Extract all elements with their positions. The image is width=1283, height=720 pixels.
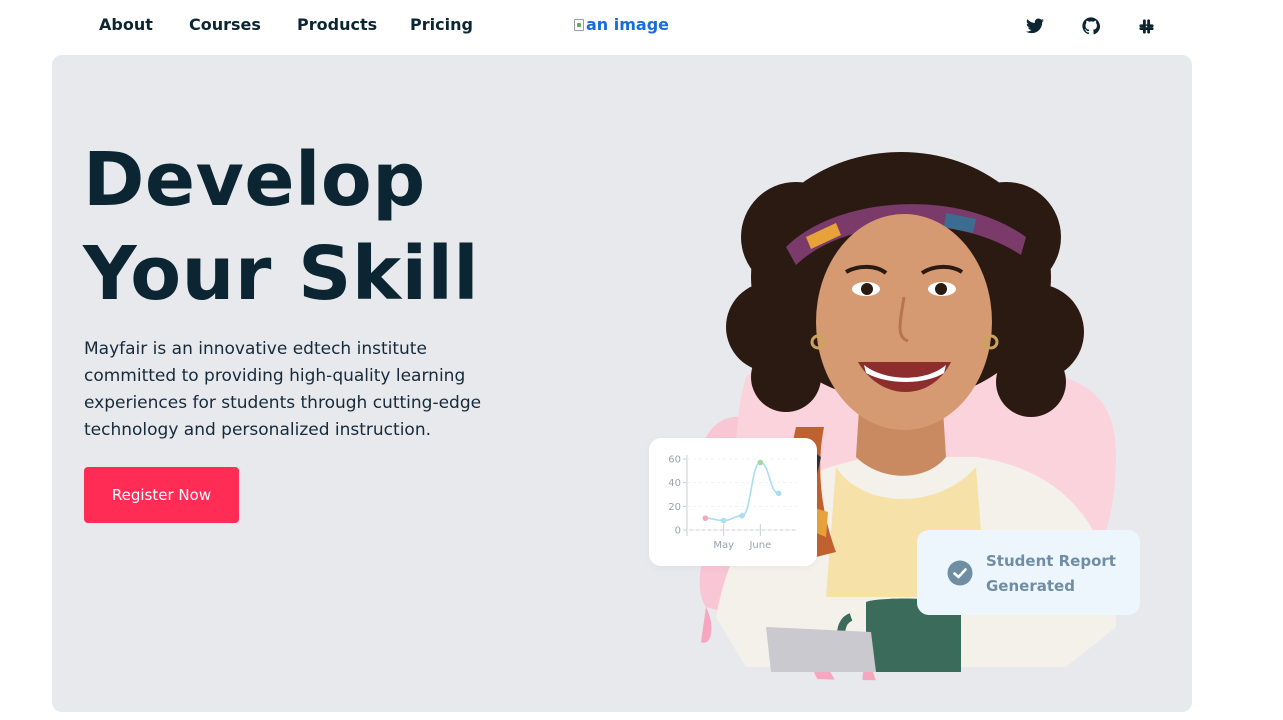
x-tick-label-1: June (748, 540, 771, 551)
data-point-4 (775, 490, 782, 497)
slack-icon[interactable] (1136, 16, 1156, 36)
y-tick-label-1: 20 (668, 502, 681, 513)
x-tick-label-0: May (713, 540, 734, 551)
logo-link[interactable]: an image (574, 15, 669, 34)
student-report-card: Student Report Generated (917, 530, 1140, 615)
top-nav: About Courses Products Pricing an image (0, 0, 1283, 54)
report-line-1: Student Report (986, 552, 1116, 570)
logo-alt-text: an image (586, 15, 670, 34)
nav-link-products[interactable]: Products (297, 15, 377, 34)
report-text: Student Report Generated (986, 549, 1136, 599)
broken-image-icon (574, 18, 584, 31)
hero-headline: Develop Your Skill (83, 133, 479, 321)
y-tick-label-3: 60 (668, 455, 681, 466)
headline-line-2: Your Skill (83, 231, 480, 317)
data-point-2 (739, 513, 745, 519)
headline-line-1: Develop (83, 137, 426, 223)
data-point-3 (757, 459, 764, 466)
data-point-1 (720, 517, 727, 524)
series-line (705, 461, 779, 522)
check-circle-icon (947, 560, 973, 586)
y-tick-label-0: 0 (675, 526, 681, 537)
hero-illustration (699, 152, 1116, 712)
nav-link-about[interactable]: About (99, 15, 153, 34)
report-line-2: Generated (986, 577, 1075, 595)
hero-description: Mayfair is an innovative edtech institut… (84, 339, 482, 440)
data-point-0 (702, 515, 709, 521)
register-now-button[interactable]: Register Now (84, 467, 239, 523)
mini-line-chart: 0 20 40 60 May June (668, 455, 797, 551)
hero-section: Develop Your Skill Mayfair is an innovat… (52, 55, 1192, 712)
chart-card: 0 20 40 60 May June (649, 438, 817, 566)
y-tick-label-2: 40 (668, 478, 681, 489)
twitter-icon[interactable] (1025, 16, 1045, 36)
nav-link-pricing[interactable]: Pricing (410, 15, 473, 34)
github-icon[interactable] (1081, 16, 1101, 36)
nav-link-courses[interactable]: Courses (189, 15, 261, 34)
